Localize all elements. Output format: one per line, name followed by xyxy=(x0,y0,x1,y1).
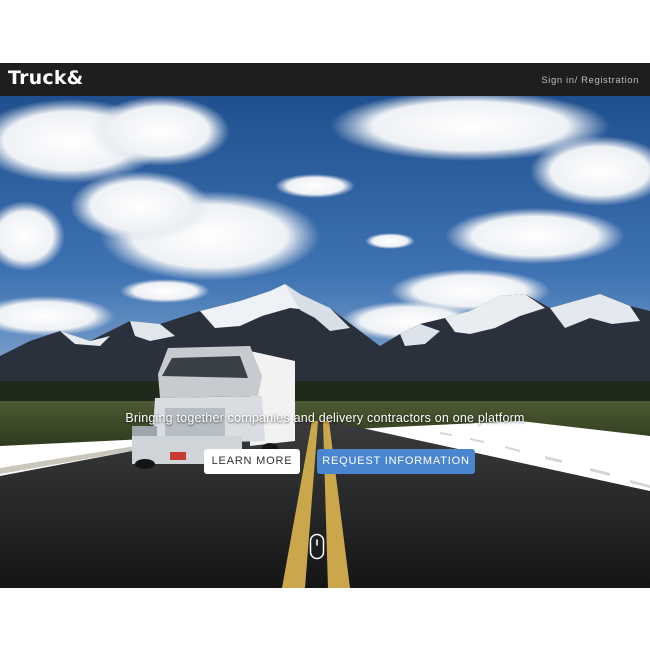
hero-section: Bringing together companies and delivery… xyxy=(0,96,650,588)
signin-registration-link[interactable]: Sign in/ Registration xyxy=(541,75,639,86)
hero-tagline: Bringing together companies and delivery… xyxy=(125,411,525,425)
hero-background-image xyxy=(0,96,650,588)
page-frame: Truck& Sign in/ Registration Bringing to… xyxy=(0,63,650,588)
learn-more-button[interactable]: LEARN MORE xyxy=(204,449,300,474)
request-information-button[interactable]: REQUEST INFORMATION xyxy=(317,449,475,474)
top-navbar: Truck& Sign in/ Registration xyxy=(0,63,650,96)
brand-logo[interactable]: Truck& xyxy=(8,67,83,89)
mouse-scroll-icon[interactable] xyxy=(309,533,325,561)
